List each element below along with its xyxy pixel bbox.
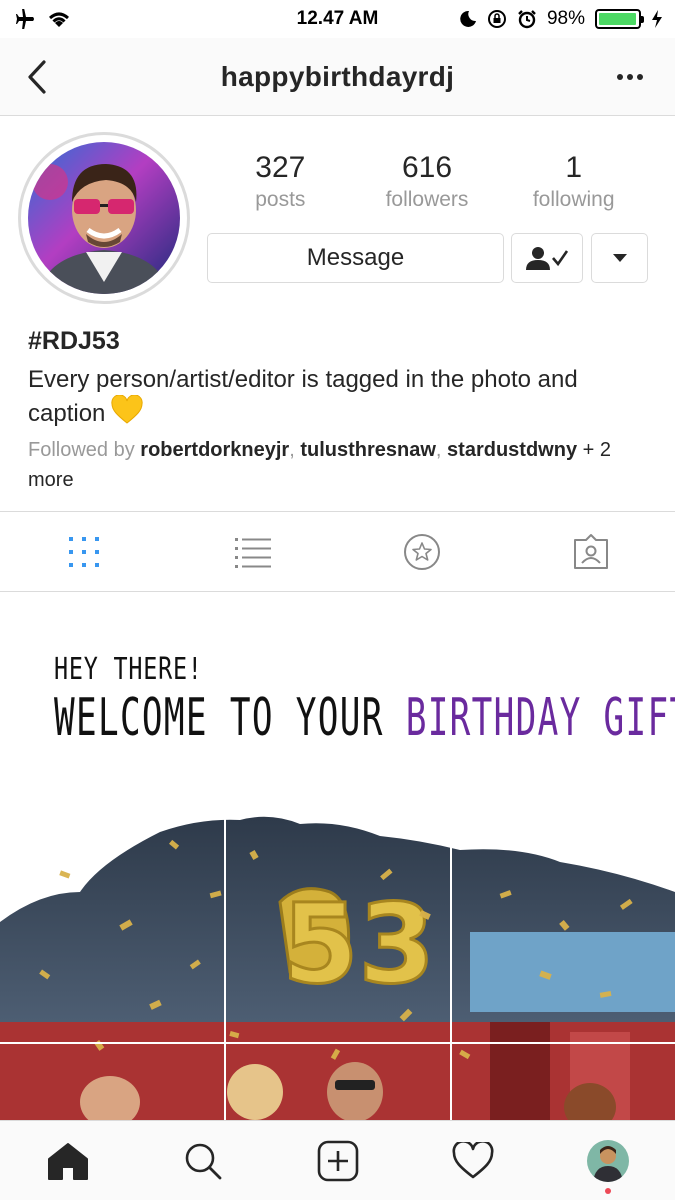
profile-stats: 327 posts 616 followers 1 following xyxy=(207,150,647,214)
caret-down-icon xyxy=(612,254,627,262)
followed-by: Followed by robertdorkneyjr, tulusthresn… xyxy=(28,439,611,491)
stat-following[interactable]: 1 following xyxy=(500,150,647,214)
star-icon xyxy=(403,533,440,570)
user-check-icon xyxy=(526,247,569,270)
following-status-button[interactable] xyxy=(511,233,583,283)
home-icon xyxy=(47,1142,88,1180)
nav-search[interactable] xyxy=(135,1121,270,1200)
airplane-icon xyxy=(16,9,34,29)
followed-user-link[interactable]: stardustdwny xyxy=(447,439,577,461)
more-options-button[interactable] xyxy=(615,65,645,89)
heart-icon xyxy=(452,1141,493,1178)
message-button[interactable]: Message xyxy=(207,233,504,283)
wifi-icon xyxy=(49,12,69,27)
stat-label: following xyxy=(532,188,615,211)
stat-label: followers xyxy=(385,188,469,211)
stat-value: 616 xyxy=(401,151,453,184)
profile-view-tabs xyxy=(0,511,675,592)
followed-by-prefix: Followed by xyxy=(28,439,135,461)
nav-profile[interactable] xyxy=(540,1121,675,1200)
status-bar: 12.47 AM 98% xyxy=(0,0,675,38)
followed-user-link[interactable]: tulusthresnaw xyxy=(300,439,436,461)
tab-tagged[interactable] xyxy=(506,512,675,591)
followed-user-link[interactable]: robertdorkneyjr xyxy=(140,439,289,461)
bottom-navigation xyxy=(0,1120,675,1200)
alarm-icon xyxy=(518,10,536,29)
tab-list[interactable] xyxy=(169,512,338,591)
tab-grid[interactable] xyxy=(0,512,169,591)
post-grid[interactable]: HEY THERE! WELCOME TO YOUR BIRTHDAY GIFT… xyxy=(0,592,675,1120)
nav-home[interactable] xyxy=(0,1121,135,1200)
rotation-lock-icon xyxy=(487,10,506,28)
stat-posts[interactable]: 327 posts xyxy=(207,150,354,214)
list-icon xyxy=(235,537,272,568)
grid-divider xyxy=(0,1042,675,1044)
profile-header-bar: happybirthdayrdj xyxy=(0,38,675,116)
profile-bio: #RDJ53 Every person/artist/editor is tag… xyxy=(28,324,653,495)
yellow-heart-icon xyxy=(111,395,144,424)
nav-new-post[interactable] xyxy=(270,1121,405,1200)
tagged-icon xyxy=(573,533,608,569)
stat-value: 1 xyxy=(565,151,583,184)
grid-icon xyxy=(69,536,100,567)
stat-label: posts xyxy=(255,188,306,211)
battery-icon xyxy=(595,9,644,29)
charging-icon xyxy=(652,10,662,28)
profile-avatar-icon xyxy=(586,1139,629,1182)
suggested-dropdown-button[interactable] xyxy=(591,233,648,283)
back-button[interactable] xyxy=(22,58,52,96)
stat-value: 327 xyxy=(255,151,306,184)
post-collage-image: 53 xyxy=(0,816,675,1120)
battery-percent: 98% xyxy=(546,8,585,29)
grid-divider xyxy=(450,816,452,1120)
add-post-icon xyxy=(317,1140,358,1181)
search-icon xyxy=(185,1143,221,1179)
profile-name: #RDJ53 xyxy=(28,327,120,355)
notification-dot xyxy=(604,1188,611,1194)
balloon-number: 53 xyxy=(282,880,435,1008)
page-title: happybirthdayrdj xyxy=(220,60,455,92)
bio-text: Every person/artist/editor is tagged in … xyxy=(28,364,653,429)
moon-icon xyxy=(460,10,476,27)
tab-saved[interactable] xyxy=(338,512,507,591)
profile-avatar[interactable] xyxy=(18,132,190,304)
nav-activity[interactable] xyxy=(405,1121,540,1200)
profile-photo xyxy=(28,142,180,294)
grid-divider xyxy=(224,816,226,1120)
stat-followers[interactable]: 616 followers xyxy=(354,150,501,214)
